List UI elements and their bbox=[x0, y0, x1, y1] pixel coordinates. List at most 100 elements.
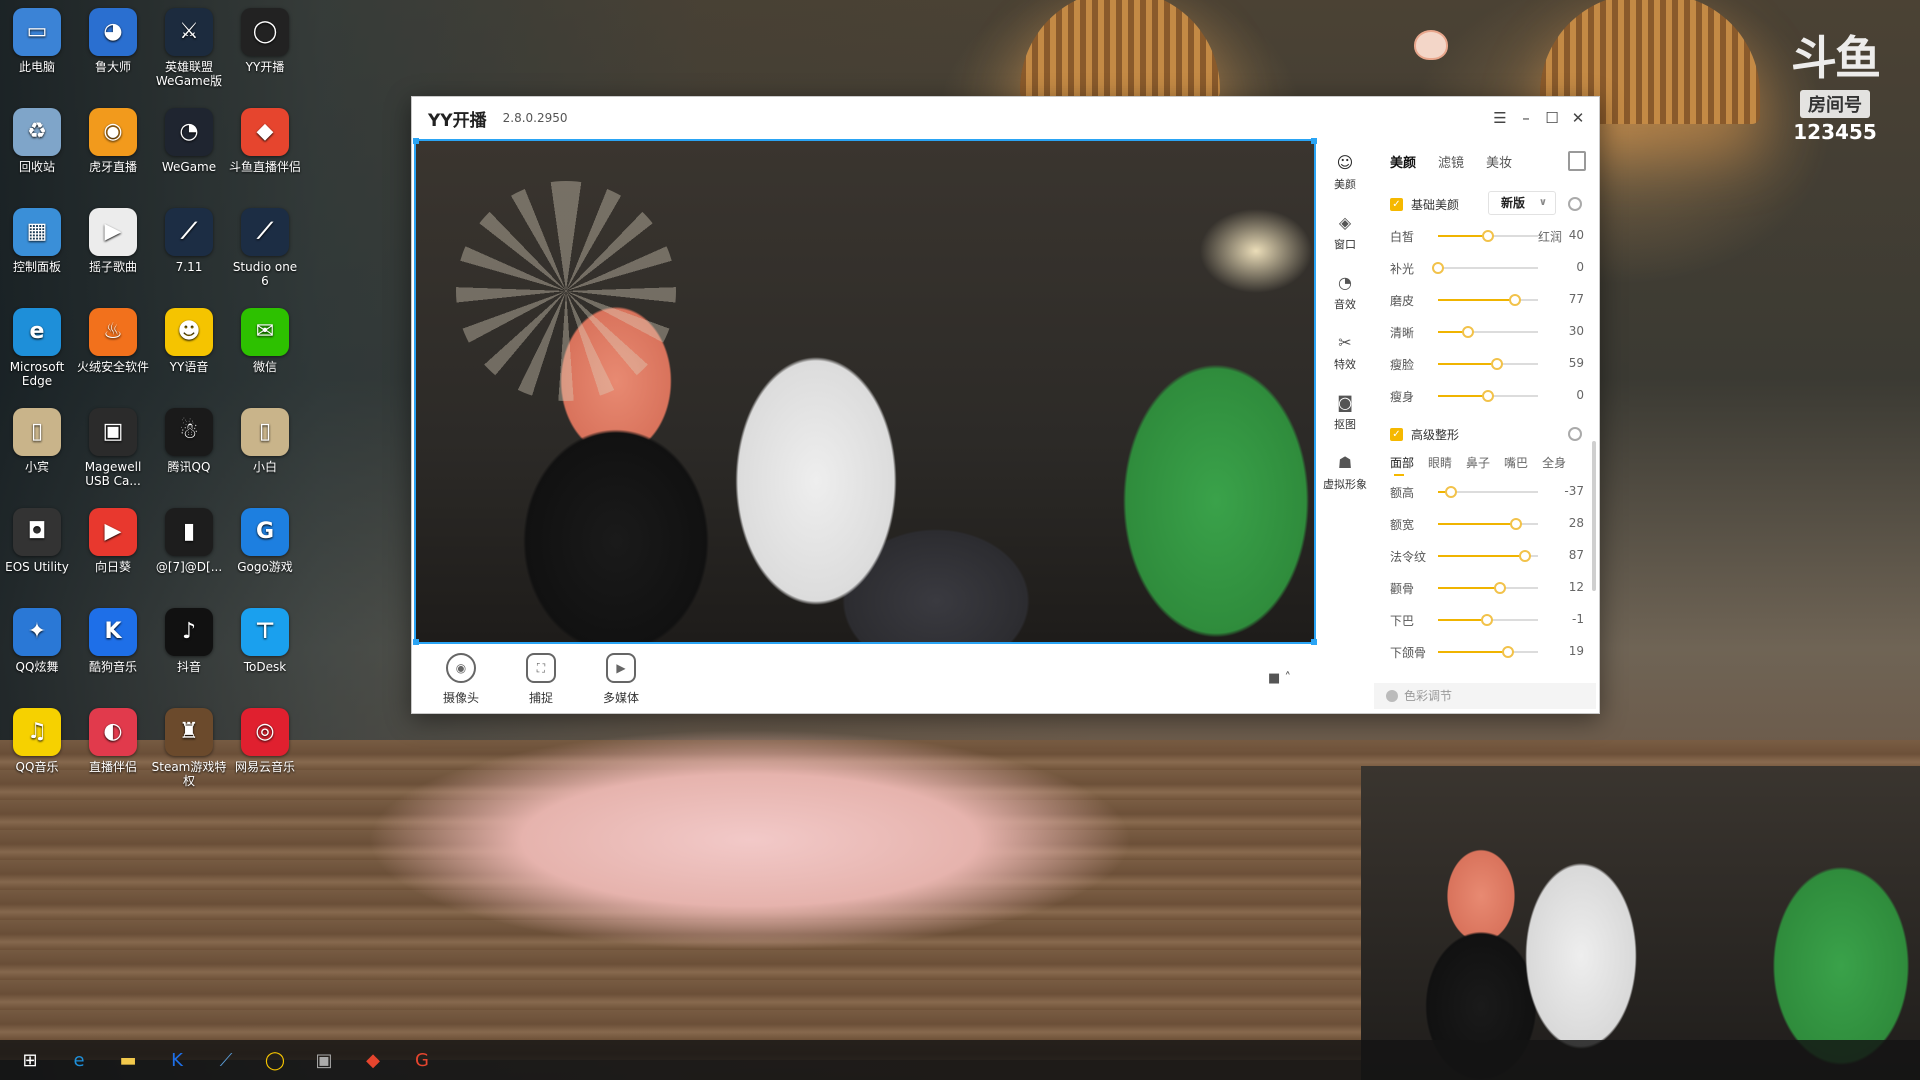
side-tab[interactable]: ☺ 美颜 bbox=[1322, 151, 1368, 211]
camera-button[interactable]: ◉ 摄像头 bbox=[432, 653, 490, 706]
side-tab[interactable]: ◙ 抠图 bbox=[1322, 391, 1368, 451]
slider-knob[interactable] bbox=[1482, 390, 1494, 402]
shape-sub-tab[interactable]: 眼睛 bbox=[1428, 454, 1452, 471]
desktop-icon[interactable]: ⊤ ToDesk bbox=[227, 604, 303, 674]
app-icon[interactable]: ▣ bbox=[304, 1040, 344, 1080]
desktop-icon[interactable]: ▦ 控制面板 bbox=[0, 204, 75, 274]
slider-knob[interactable] bbox=[1509, 294, 1521, 306]
start-icon[interactable]: ⊞ bbox=[10, 1040, 50, 1080]
slider-track[interactable] bbox=[1438, 326, 1538, 338]
desktop-icon[interactable]: ♨ 火绒安全软件 bbox=[75, 304, 151, 374]
panel-scrollbar[interactable] bbox=[1592, 441, 1596, 591]
side-tab[interactable]: ☗ 虚拟形象 bbox=[1322, 451, 1368, 511]
desktop-icon[interactable]: ◐ 直播伴侣 bbox=[75, 704, 151, 774]
maximize-icon[interactable]: ☐ bbox=[1539, 105, 1565, 131]
shape-sub-tab[interactable]: 全身 bbox=[1542, 454, 1566, 471]
tab-beauty[interactable]: 美颜 bbox=[1390, 152, 1416, 171]
version-select[interactable]: 新版 ∨ bbox=[1488, 191, 1556, 215]
shape-sub-tab[interactable]: 鼻子 bbox=[1466, 454, 1490, 471]
desktop-icon[interactable]: ⟋ Studio one 6 bbox=[227, 204, 303, 288]
desktop-icon[interactable]: ◉ 虎牙直播 bbox=[75, 104, 151, 174]
slider-track[interactable] bbox=[1438, 582, 1538, 594]
desktop-icon[interactable]: ☻ YY语音 bbox=[151, 304, 227, 374]
tab-filter[interactable]: 滤镜 bbox=[1438, 152, 1464, 171]
desktop-icon[interactable]: ▶ 向日葵 bbox=[75, 504, 151, 574]
basic-beauty-checkbox[interactable]: ✓ bbox=[1390, 197, 1403, 211]
desktop-icon[interactable]: ♜ Steam游戏特 权 bbox=[151, 704, 227, 788]
resize-handle[interactable] bbox=[413, 138, 419, 144]
slider-track[interactable] bbox=[1438, 646, 1538, 658]
gogo-icon[interactable]: G bbox=[402, 1040, 442, 1080]
slider-knob[interactable] bbox=[1502, 646, 1514, 658]
desktop-icon[interactable]: ◯ YY开播 bbox=[227, 4, 303, 74]
slider-knob[interactable] bbox=[1481, 614, 1493, 626]
slider-knob[interactable] bbox=[1491, 358, 1503, 370]
slider-track[interactable] bbox=[1438, 230, 1538, 242]
yy-icon[interactable]: ◯ bbox=[255, 1040, 295, 1080]
desktop-icon[interactable]: ✦ QQ炫舞 bbox=[0, 604, 75, 674]
slider-knob[interactable] bbox=[1432, 262, 1444, 274]
multimedia-button[interactable]: ▶ 多媒体 bbox=[592, 653, 650, 706]
desktop-icon[interactable]: ▯ 小宾 bbox=[0, 404, 75, 474]
shape-sub-tab[interactable]: 嘴巴 bbox=[1504, 454, 1528, 471]
title-bar[interactable]: YY开播 2.8.0.2950 ☰ – ☐ ✕ bbox=[412, 97, 1599, 139]
desktop-icon[interactable]: e Microsoft Edge bbox=[0, 304, 75, 388]
desktop-icon[interactable]: ▭ 此电脑 bbox=[0, 4, 75, 74]
edge-icon[interactable]: e bbox=[59, 1040, 99, 1080]
side-tab[interactable]: ✂ 特效 bbox=[1322, 331, 1368, 391]
slider-knob[interactable] bbox=[1510, 518, 1522, 530]
slider-track[interactable] bbox=[1438, 486, 1538, 498]
desktop-icon[interactable]: ♻ 回收站 bbox=[0, 104, 75, 174]
side-tab[interactable]: ◔ 音效 bbox=[1322, 271, 1368, 331]
slider-track[interactable] bbox=[1438, 518, 1538, 530]
desktop-icon[interactable]: ◘ EOS Utility bbox=[0, 504, 75, 574]
capture-button[interactable]: ⛶ 捕捉 bbox=[512, 653, 570, 706]
kugou-icon[interactable]: K bbox=[157, 1040, 197, 1080]
desktop-icon[interactable]: ▣ Magewell USB Ca... bbox=[75, 404, 151, 488]
slider-track[interactable] bbox=[1438, 614, 1538, 626]
desktop-icon[interactable]: ▶ 摇子歌曲 bbox=[75, 204, 151, 274]
advanced-shape-checkbox[interactable]: ✓ bbox=[1390, 427, 1403, 441]
minimize-icon[interactable]: – bbox=[1513, 105, 1539, 131]
desktop-icon[interactable]: ✉ 微信 bbox=[227, 304, 303, 374]
reset-icon[interactable] bbox=[1568, 197, 1582, 211]
desktop-icon[interactable]: ♪ 抖音 bbox=[151, 604, 227, 674]
desktop-icon[interactable]: G Gogo游戏 bbox=[227, 504, 303, 574]
close-icon[interactable]: ✕ bbox=[1565, 105, 1591, 131]
desktop-icon[interactable]: ◕ 鲁大师 bbox=[75, 4, 151, 74]
shape-sub-tab[interactable]: 面部 bbox=[1390, 454, 1414, 476]
desktop-icon[interactable]: ◎ 网易云音乐 bbox=[227, 704, 303, 774]
desktop-icon[interactable]: ⚔ 英雄联盟 WeGame版 bbox=[151, 4, 227, 88]
camera-preview[interactable] bbox=[413, 138, 1317, 645]
studio-one-icon[interactable]: ⟋ bbox=[206, 1040, 246, 1080]
resize-handle[interactable] bbox=[1311, 639, 1317, 645]
desktop-icon[interactable]: ♫ QQ音乐 bbox=[0, 704, 75, 774]
reset-icon[interactable] bbox=[1568, 427, 1582, 441]
slider-track[interactable] bbox=[1432, 262, 1538, 274]
side-tab[interactable]: ◈ 窗口 bbox=[1322, 211, 1368, 271]
desktop-icon[interactable]: ▮ @[7]@D[... bbox=[151, 504, 227, 574]
slider-knob[interactable] bbox=[1482, 230, 1494, 242]
slider-knob[interactable] bbox=[1462, 326, 1474, 338]
desktop-icon[interactable]: ☃ 腾讯QQ bbox=[151, 404, 227, 474]
desktop-icon[interactable]: K 酷狗音乐 bbox=[75, 604, 151, 674]
slider-track[interactable] bbox=[1438, 550, 1538, 562]
color-adjust-button[interactable]: 色彩调节 bbox=[1374, 683, 1596, 709]
slider-knob[interactable] bbox=[1494, 582, 1506, 594]
desktop-icon[interactable]: ◔ WeGame bbox=[151, 104, 227, 174]
tab-makeup[interactable]: 美妆 bbox=[1486, 152, 1512, 171]
slider-knob[interactable] bbox=[1519, 550, 1531, 562]
slider-track[interactable] bbox=[1438, 294, 1538, 306]
desktop-icon[interactable]: ▯ 小白 bbox=[227, 404, 303, 474]
slider-track[interactable] bbox=[1438, 390, 1538, 402]
resize-handle[interactable] bbox=[1311, 138, 1317, 144]
slider-knob[interactable] bbox=[1445, 486, 1457, 498]
desktop-icon[interactable]: ◆ 斗鱼直播伴侣 bbox=[227, 104, 303, 174]
menu-icon[interactable]: ☰ bbox=[1487, 105, 1513, 131]
camera-switch-button[interactable]: ■ ˄ bbox=[1268, 671, 1291, 686]
resize-handle[interactable] bbox=[413, 639, 419, 645]
desktop-icon[interactable]: ⟋ 7.11 bbox=[151, 204, 227, 274]
douyu-icon[interactable]: ◆ bbox=[353, 1040, 393, 1080]
slider-track[interactable] bbox=[1438, 358, 1538, 370]
compare-icon[interactable] bbox=[1568, 151, 1586, 171]
